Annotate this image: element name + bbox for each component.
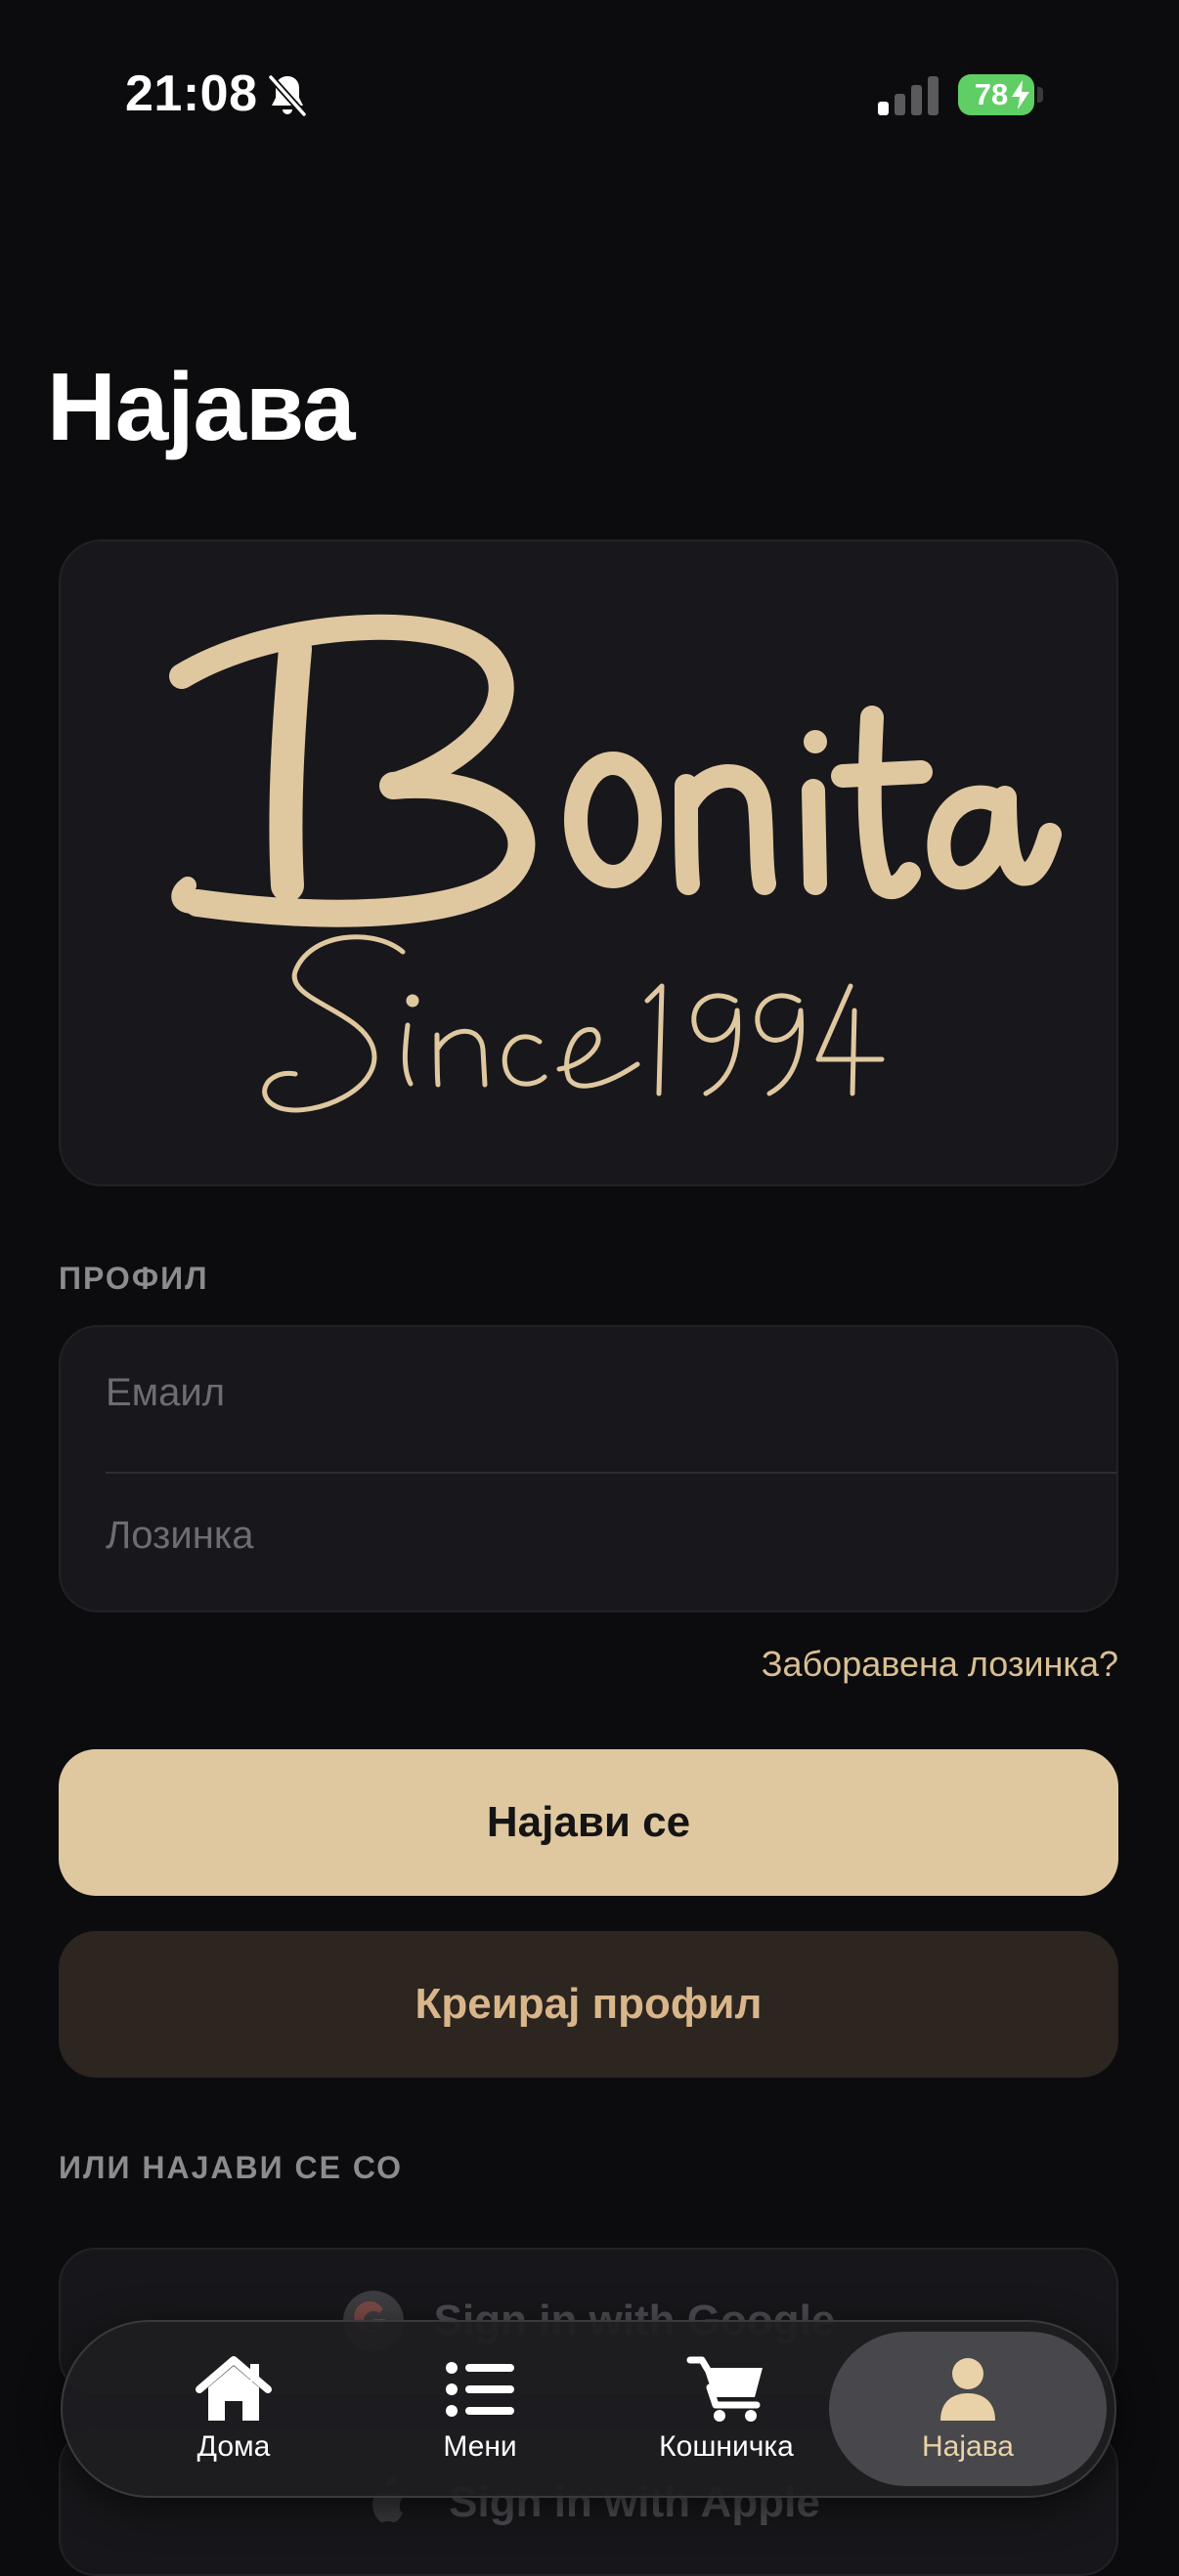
bell-slash-icon: [268, 74, 307, 117]
profile-section-label: ПРОФИЛ: [59, 1261, 209, 1296]
list-icon: [446, 2362, 514, 2417]
tab-cart-label: Кошничка: [659, 2430, 794, 2463]
tab-bar: Дома Мени Кошничка Најава: [61, 2320, 1116, 2498]
forgot-password-link[interactable]: Заборавена лозинка?: [762, 1644, 1118, 1685]
tab-login[interactable]: Најава: [829, 2332, 1107, 2486]
email-field[interactable]: [106, 1349, 1064, 1437]
battery-level: 78: [974, 77, 1009, 111]
tab-menu-label: Мени: [443, 2430, 517, 2463]
password-field[interactable]: [106, 1491, 1064, 1579]
create-profile-button[interactable]: Креирај профил: [59, 1931, 1118, 2078]
battery-icon: 78: [958, 74, 1034, 115]
bolt-icon: [1012, 80, 1029, 109]
tab-home[interactable]: Дома: [102, 2332, 366, 2486]
alt-login-section-label: ИЛИ НАЈАВИ СЕ СО: [59, 2150, 404, 2185]
status-bar: 21:08 78: [0, 0, 1179, 195]
signal-icon: [878, 76, 939, 115]
battery-cap: [1037, 87, 1043, 103]
tab-home-label: Дома: [196, 2430, 271, 2463]
tab-cart[interactable]: Кошничка: [594, 2332, 858, 2486]
home-icon: [196, 2356, 272, 2421]
logo-card: [59, 539, 1118, 1186]
tab-login-label: Најава: [922, 2430, 1014, 2463]
tab-menu[interactable]: Мени: [348, 2332, 612, 2486]
person-icon: [940, 2358, 995, 2421]
page-title: Најава: [47, 353, 355, 460]
login-button[interactable]: Најави се: [59, 1749, 1118, 1896]
bonita-logo: [169, 614, 1062, 1113]
form-divider: [106, 1472, 1116, 1474]
cart-icon: [686, 2356, 763, 2422]
status-time: 21:08: [125, 65, 258, 122]
login-form: [59, 1325, 1118, 1612]
